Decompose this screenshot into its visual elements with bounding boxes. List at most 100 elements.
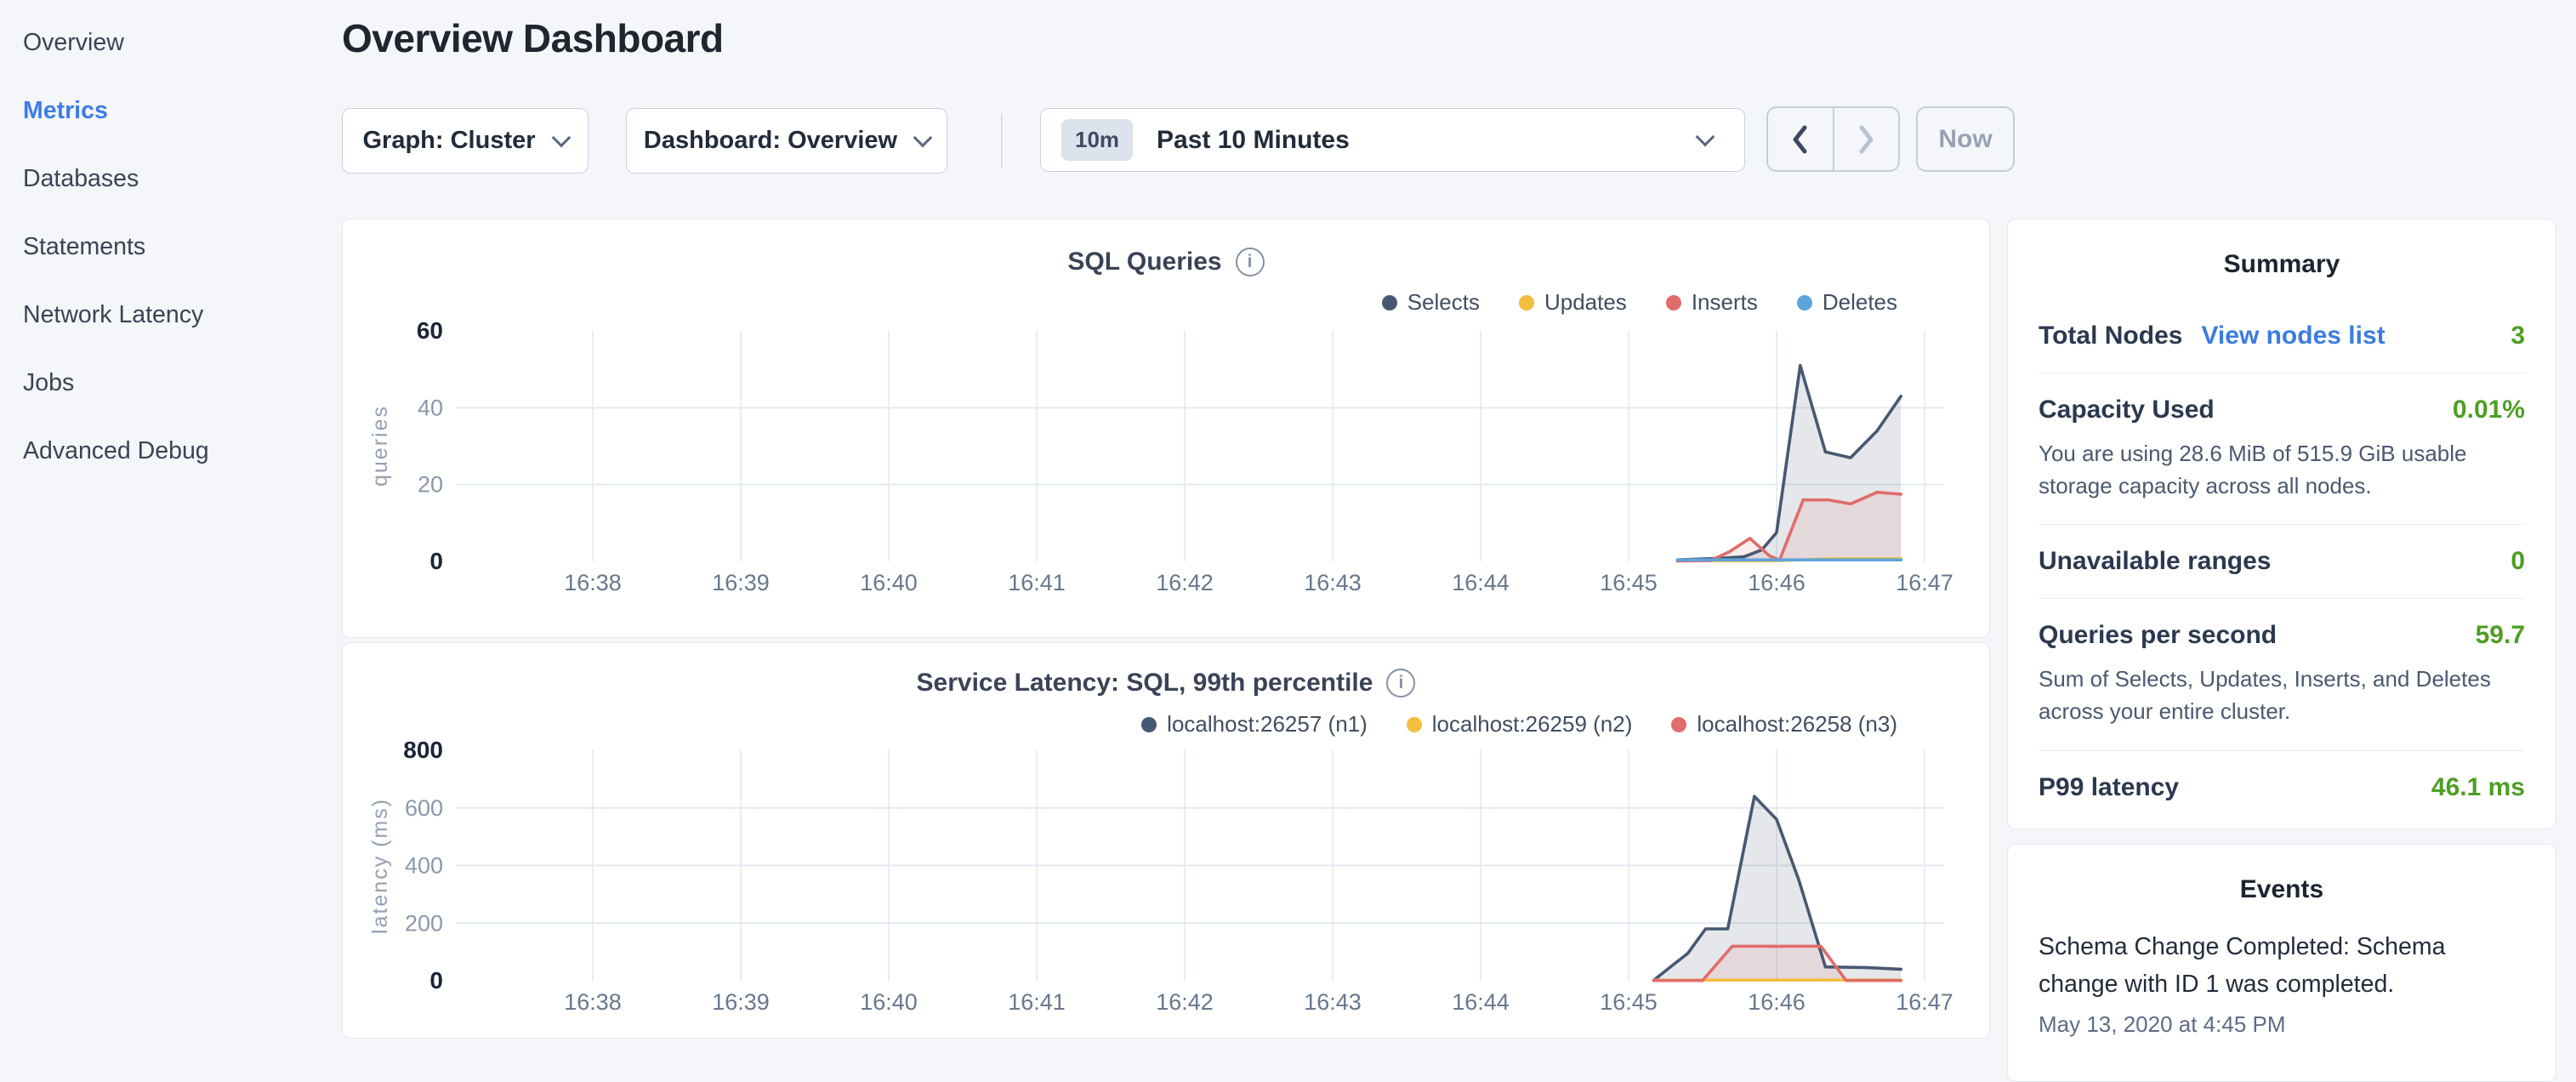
svg-text:16:47: 16:47 <box>1896 989 1953 1015</box>
y-axis-label-latency: latency (ms) <box>368 750 393 981</box>
chevron-down-icon <box>913 128 933 147</box>
summary-row-queries-per-second: Queries per second 59.7 Sum of Selects, … <box>2039 599 2525 750</box>
now-button[interactable]: Now <box>1916 106 2015 172</box>
svg-text:16:41: 16:41 <box>1008 570 1066 595</box>
summary-panel: Summary Total Nodes View nodes list 3 Ca… <box>2007 219 2556 829</box>
sql-queries-chart-card: 16:38 16:39 16:40 16:41 16:42 16:43 16:44 16:45… <box>342 219 1990 638</box>
sidebar-item-databases[interactable]: Databases <box>0 145 340 213</box>
chevron-down-icon <box>551 128 571 147</box>
time-next-button[interactable] <box>1834 108 1899 170</box>
legend-label: localhost:26257 (n1) <box>1167 711 1368 737</box>
summary-row-value: 3 <box>2511 322 2525 350</box>
summary-row-value: 0 <box>2511 547 2525 576</box>
svg-text:16:46: 16:46 <box>1748 989 1805 1015</box>
svg-text:16:42: 16:42 <box>1156 570 1214 595</box>
sidebar-item-overview[interactable]: Overview <box>0 9 340 77</box>
view-nodes-list-link[interactable]: View nodes list <box>2201 322 2385 350</box>
y-axis-label-queries: queries <box>368 331 393 561</box>
legend-dot-updates <box>1519 295 1534 310</box>
summary-row-label: Total Nodes <box>2039 322 2182 350</box>
controls-divider <box>1001 113 1003 168</box>
svg-text:16:45: 16:45 <box>1600 570 1658 595</box>
event-timestamp: May 13, 2020 at 4:45 PM <box>2039 1011 2525 1038</box>
svg-text:16:39: 16:39 <box>712 570 770 595</box>
legend-label: Updates <box>1544 289 1627 316</box>
summary-row-label: P99 latency <box>2039 773 2179 802</box>
svg-text:16:47: 16:47 <box>1896 570 1953 595</box>
sidebar-item-statements[interactable]: Statements <box>0 213 340 281</box>
legend-label: localhost:26259 (n2) <box>1432 711 1633 737</box>
summary-row-unavailable-ranges: Unavailable ranges 0 <box>2039 525 2525 599</box>
svg-text:16:45: 16:45 <box>1600 989 1658 1015</box>
summary-row-value: 0.01% <box>2453 396 2525 424</box>
svg-text:20: 20 <box>418 472 443 498</box>
legend-item-n2[interactable]: localhost:26259 (n2) <box>1407 711 1633 737</box>
svg-text:16:44: 16:44 <box>1452 989 1510 1015</box>
summary-row-label: Queries per second <box>2039 621 2277 650</box>
graph-dropdown[interactable]: Graph: Cluster <box>342 108 589 174</box>
legend-label: localhost:26258 (n3) <box>1697 711 1897 737</box>
time-range-selector[interactable]: 10m Past 10 Minutes <box>1040 108 1745 172</box>
svg-text:16:44: 16:44 <box>1452 570 1510 595</box>
chevron-right-icon <box>1856 124 1876 155</box>
legend-item-n3[interactable]: localhost:26258 (n3) <box>1671 711 1897 737</box>
info-icon[interactable]: i <box>1236 248 1265 276</box>
time-prev-button[interactable] <box>1768 108 1834 170</box>
svg-text:200: 200 <box>405 910 443 936</box>
chevron-left-icon <box>1790 124 1811 155</box>
summary-row-label: Unavailable ranges <box>2039 547 2271 576</box>
chart-title-service-latency: Service Latency: SQL, 99th percentile i <box>343 669 1989 698</box>
legend-item-n1[interactable]: localhost:26257 (n1) <box>1141 711 1368 737</box>
dashboard-dropdown-label: Dashboard: Overview <box>644 127 897 155</box>
svg-text:16:40: 16:40 <box>860 989 918 1015</box>
svg-text:16:46: 16:46 <box>1748 570 1805 595</box>
legend-label: Selects <box>1407 289 1480 316</box>
dashboard-dropdown[interactable]: Dashboard: Overview <box>626 108 947 174</box>
summary-title: Summary <box>2039 219 2525 299</box>
chevron-down-icon <box>1696 127 1715 146</box>
sidebar-item-jobs[interactable]: Jobs <box>0 349 340 417</box>
svg-text:16:42: 16:42 <box>1156 989 1214 1015</box>
svg-text:16:38: 16:38 <box>564 570 622 595</box>
svg-text:16:40: 16:40 <box>860 570 918 595</box>
sql-queries-legend: Selects Updates Inserts Deletes <box>1382 289 1897 316</box>
chart-title-sql-queries: SQL Queries i <box>343 248 1989 276</box>
summary-row-subtext: You are using 28.6 MiB of 515.9 GiB usab… <box>2039 438 2525 502</box>
chart-title-text: SQL Queries <box>1067 248 1221 276</box>
summary-row-value: 46.1 ms <box>2431 773 2525 802</box>
sidebar-item-metrics[interactable]: Metrics <box>0 77 340 145</box>
svg-text:16:41: 16:41 <box>1008 989 1066 1015</box>
time-range-label: Past 10 Minutes <box>1157 126 1350 155</box>
legend-item-updates[interactable]: Updates <box>1519 289 1627 316</box>
svg-text:0: 0 <box>429 548 443 574</box>
info-icon[interactable]: i <box>1386 669 1415 698</box>
legend-dot-inserts <box>1666 295 1681 310</box>
svg-text:16:43: 16:43 <box>1304 570 1362 595</box>
events-panel: Events Schema Change Completed: Schema c… <box>2007 844 2556 1082</box>
summary-row-subtext: Sum of Selects, Updates, Inserts, and De… <box>2039 663 2525 727</box>
time-range-badge: 10m <box>1061 119 1133 161</box>
legend-dot-n2 <box>1407 717 1422 732</box>
sql-queries-plot[interactable]: 16:38 16:39 16:40 16:41 16:42 16:43 16:44 16:45… <box>343 219 1989 637</box>
svg-text:0: 0 <box>429 967 443 994</box>
svg-text:800: 800 <box>403 737 443 763</box>
events-title: Events <box>2039 845 2525 928</box>
chart-title-text: Service Latency: SQL, 99th percentile <box>917 669 1373 698</box>
svg-text:40: 40 <box>418 395 443 420</box>
sidebar-item-advanced-debug[interactable]: Advanced Debug <box>0 417 340 485</box>
svg-text:60: 60 <box>417 317 443 344</box>
service-latency-chart-card: 16:3816:3916:4016:4116:4216:4316:4416:45… <box>342 642 1990 1039</box>
summary-row-p99-latency: P99 latency 46.1 ms <box>2039 751 2525 824</box>
svg-text:600: 600 <box>405 795 443 821</box>
legend-dot-selects <box>1382 295 1397 310</box>
legend-dot-n3 <box>1671 717 1686 732</box>
legend-item-selects[interactable]: Selects <box>1382 289 1480 316</box>
time-step-buttons <box>1766 106 1900 172</box>
service-latency-plot[interactable]: 16:3816:3916:4016:4116:4216:4316:4416:45… <box>343 643 1989 1038</box>
legend-item-deletes[interactable]: Deletes <box>1797 289 1897 316</box>
legend-item-inserts[interactable]: Inserts <box>1666 289 1758 316</box>
sidebar: Overview Metrics Databases Statements Ne… <box>0 0 340 1060</box>
event-text: Schema Change Completed: Schema change w… <box>2039 928 2525 1003</box>
event-item[interactable]: Schema Change Completed: Schema change w… <box>2039 928 2525 1038</box>
sidebar-item-network-latency[interactable]: Network Latency <box>0 281 340 349</box>
